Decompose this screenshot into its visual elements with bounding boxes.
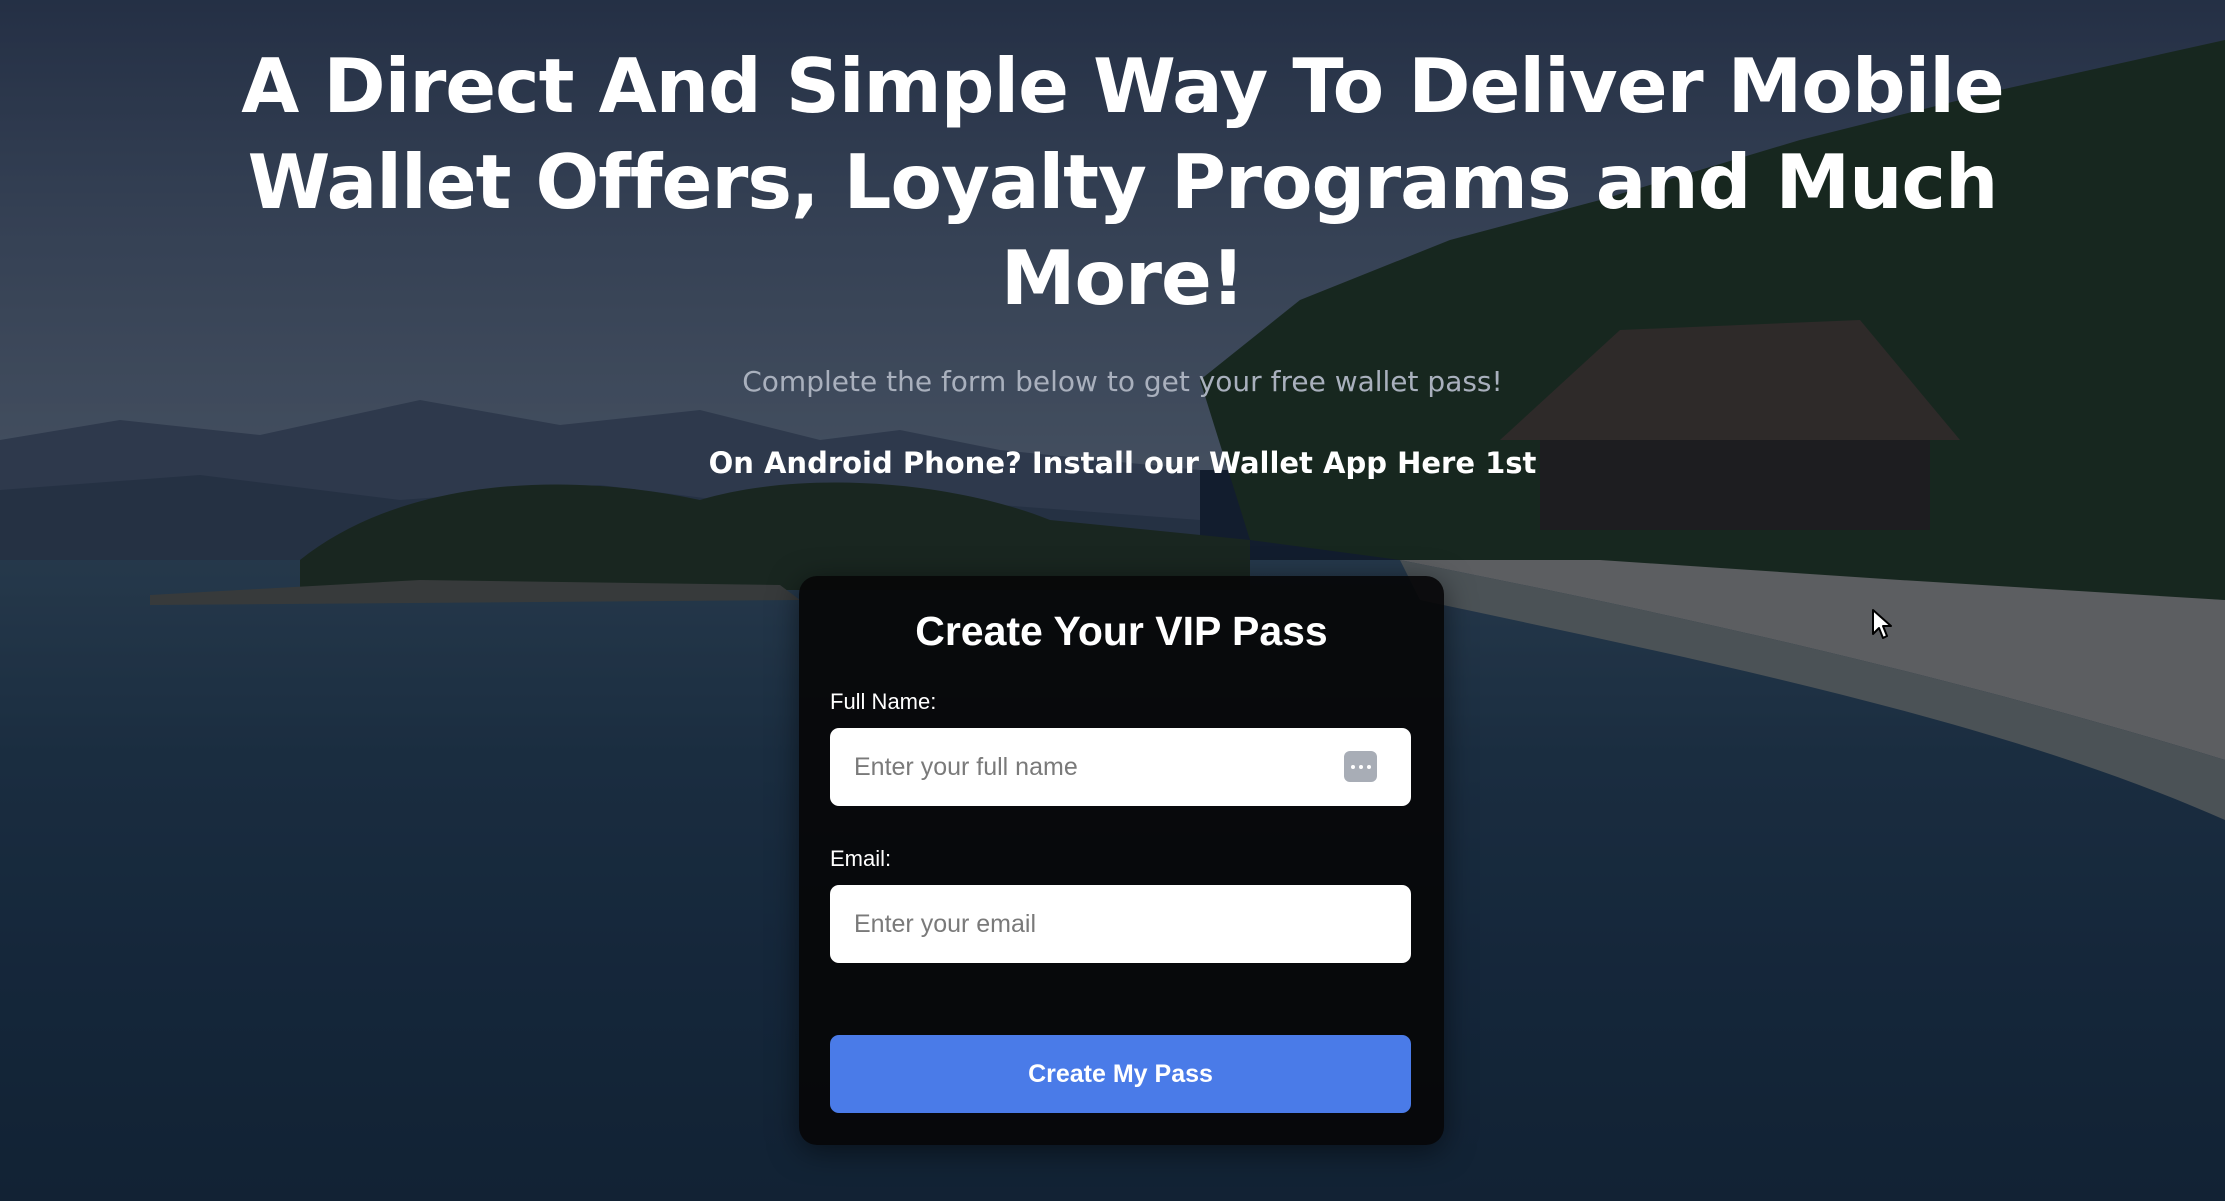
email-label: Email: [830,846,892,871]
hero-title: A Direct And Simple Way To Deliver Mobil… [241,42,2005,322]
autofill-dot [1366,764,1371,769]
full-name-input[interactable] [830,728,1411,806]
autofill-dots-icon[interactable] [1344,751,1377,782]
create-my-pass-button[interactable]: Create My Pass [830,1035,1411,1113]
vip-pass-form-card: Create Your VIP Pass Full Name: Email: C… [799,576,1444,1145]
android-app-link[interactable]: On Android Phone? Install our Wallet App… [0,443,2225,483]
autofill-dot [1358,764,1363,769]
autofill-dot [1350,764,1355,769]
email-input[interactable] [830,885,1411,963]
mouse-pointer-icon [1872,609,1892,639]
form-title: Create Your VIP Pass [915,608,1328,654]
hero-subtitle: Complete the form below to get your free… [742,365,1503,398]
full-name-label: Full Name: [830,689,937,714]
